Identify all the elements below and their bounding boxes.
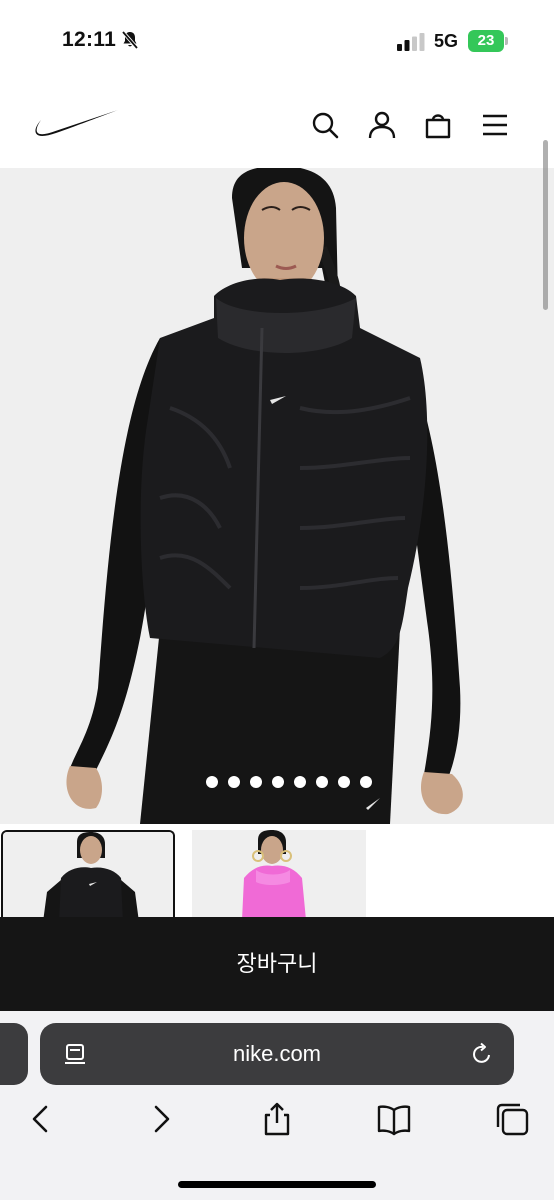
status-bar: 12:11 5G 23 [0, 0, 554, 84]
site-header [0, 84, 554, 168]
carousel-dot[interactable] [250, 776, 262, 788]
status-time: 12:11 [62, 28, 117, 51]
thumbnail-pink-vest[interactable] [192, 830, 366, 920]
browser-toolbar: nike.com [0, 1011, 554, 1200]
bell-slash-icon [121, 30, 139, 50]
battery-tip [505, 37, 508, 45]
reload-icon[interactable] [470, 1042, 494, 1066]
add-to-cart-label: 장바구니 [236, 951, 318, 976]
carousel-dot[interactable] [360, 776, 372, 788]
share-icon[interactable] [259, 1101, 295, 1137]
product-photo-black-vest [0, 168, 554, 824]
battery-indicator: 23 [468, 30, 508, 52]
thumbnail-image-pink [192, 830, 366, 920]
product-hero-image[interactable] [0, 168, 554, 824]
add-to-cart-button[interactable]: 장바구니 [0, 917, 554, 1011]
tabs-icon[interactable] [494, 1101, 530, 1137]
carousel-dot[interactable] [294, 776, 306, 788]
thumbnail-strip [0, 828, 554, 920]
thumbnail-black-vest[interactable] [1, 830, 175, 920]
forward-icon[interactable] [142, 1101, 178, 1137]
menu-icon[interactable] [480, 110, 510, 140]
address-bar[interactable]: nike.com [40, 1023, 514, 1085]
carousel-dot[interactable] [272, 776, 284, 788]
nike-swoosh-logo[interactable] [32, 108, 120, 144]
network-type: 5G [434, 31, 459, 51]
bookmarks-icon[interactable] [376, 1101, 412, 1137]
carousel-dot[interactable] [206, 776, 218, 788]
carousel-dot[interactable] [338, 776, 350, 788]
user-icon[interactable] [367, 110, 397, 140]
carousel-dot[interactable] [316, 776, 328, 788]
previous-tab-preview[interactable] [0, 1023, 28, 1085]
back-icon[interactable] [24, 1101, 60, 1137]
home-indicator [178, 1181, 376, 1188]
signal-bars-icon [397, 33, 425, 51]
carousel-dot[interactable] [228, 776, 240, 788]
battery-level: 23 [468, 30, 504, 52]
bag-icon[interactable] [423, 110, 453, 140]
page-scroll-indicator [543, 140, 548, 310]
thumbnail-image-black [3, 832, 173, 920]
search-icon[interactable] [310, 110, 340, 140]
carousel-dots[interactable] [0, 776, 554, 792]
url-text: nike.com [232, 1041, 322, 1066]
